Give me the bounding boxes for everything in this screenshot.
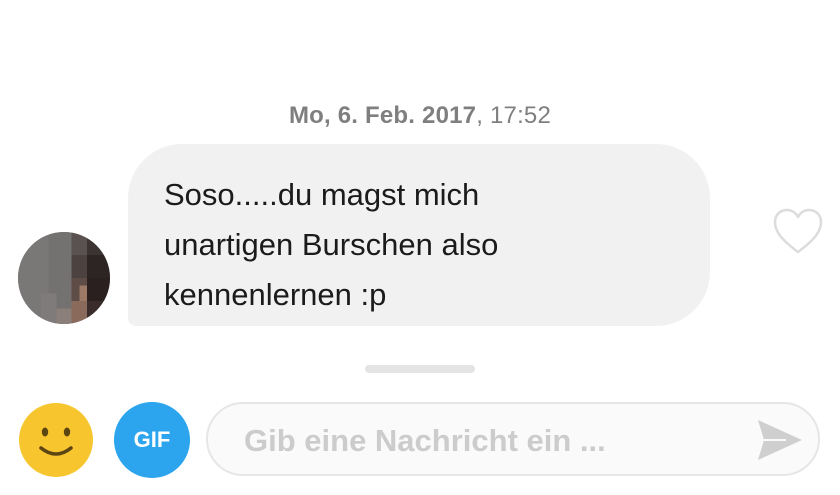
message-line: Soso.....du magst mich <box>164 177 480 212</box>
message-line: unartigen Burschen also <box>164 227 499 262</box>
smiley-icon <box>19 403 93 477</box>
timestamp-time: , 17:52 <box>476 102 552 129</box>
gif-button-label: GIF <box>133 427 171 452</box>
chat-screen: Mo, 6. Feb. 2017, 17:52 Soso.....du mags… <box>0 0 840 495</box>
send-arrow-icon <box>758 420 802 460</box>
heart-outline-icon <box>773 208 823 254</box>
gif-button[interactable]: GIF <box>114 402 190 478</box>
message-input-container[interactable] <box>206 402 820 476</box>
message-input[interactable] <box>242 416 716 466</box>
emoji-button[interactable] <box>18 402 94 478</box>
message-timestamp: Mo, 6. Feb. 2017, 17:52 <box>0 102 840 130</box>
timestamp-date: Mo, 6. Feb. 2017 <box>288 102 477 129</box>
avatar[interactable] <box>18 232 110 324</box>
message-line: kennenlernen :p <box>164 277 387 312</box>
avatar-image <box>18 232 110 324</box>
send-button[interactable] <box>756 418 804 462</box>
scroll-handle[interactable] <box>365 365 475 373</box>
like-button[interactable] <box>772 206 824 256</box>
message-bubble: Soso.....du magst mich unartigen Bursche… <box>128 144 710 326</box>
